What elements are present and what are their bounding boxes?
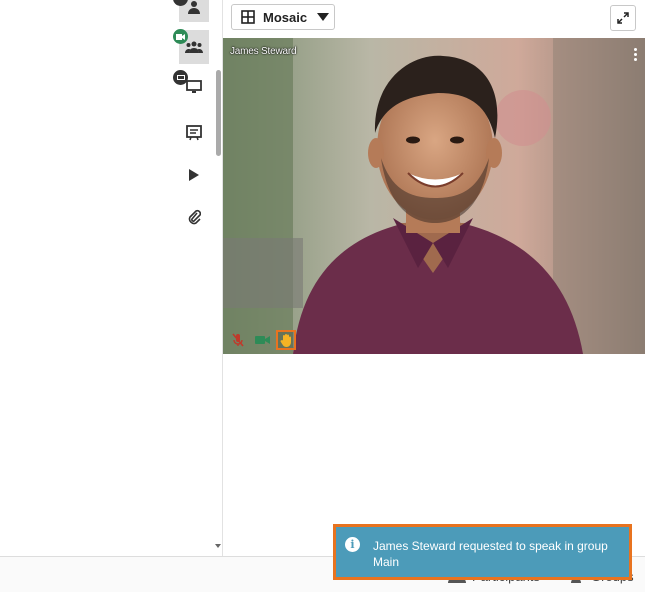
camera-badge xyxy=(173,29,188,44)
scroll-down-arrow-icon[interactable] xyxy=(215,544,221,548)
toast-message: James Steward requested to speak in grou… xyxy=(373,539,608,569)
mic-off-icon[interactable] xyxy=(232,333,244,347)
layout-selector-label: Mosaic xyxy=(263,9,308,25)
info-icon: i xyxy=(345,537,360,552)
play-icon xyxy=(189,169,199,181)
participant-video-image xyxy=(223,38,645,354)
layout-selector[interactable]: Mosaic xyxy=(231,4,335,30)
video-menu-icon[interactable] xyxy=(634,48,637,63)
fullscreen-icon xyxy=(617,12,629,24)
notification-toast[interactable]: i James Steward requested to speak in gr… xyxy=(333,524,632,580)
camera-on-icon xyxy=(176,33,185,40)
screen-share-icon xyxy=(186,80,202,93)
participant-name: James Steward xyxy=(230,46,297,57)
fullscreen-button[interactable] xyxy=(610,5,636,31)
participant-video-tile[interactable]: James Steward xyxy=(223,38,645,354)
play-button[interactable] xyxy=(179,160,209,190)
whiteboard-button[interactable] xyxy=(179,118,209,148)
scrollbar-thumb[interactable] xyxy=(216,70,221,156)
chevron-down-icon xyxy=(317,13,330,21)
grid-icon xyxy=(241,10,255,24)
video-controls xyxy=(223,328,645,354)
paperclip-icon xyxy=(188,209,201,225)
left-panel xyxy=(0,0,223,556)
attachment-button[interactable] xyxy=(179,202,209,232)
tool-strip xyxy=(172,0,214,556)
group-icon xyxy=(185,41,203,53)
raised-hand-button[interactable] xyxy=(276,330,296,350)
raised-hand-icon xyxy=(280,334,291,347)
sidebar-scrollbar[interactable] xyxy=(214,0,222,556)
user-icon xyxy=(188,1,200,14)
whiteboard-icon xyxy=(186,125,202,141)
monitor-icon xyxy=(176,74,185,80)
camera-on-icon[interactable] xyxy=(255,335,271,345)
screen-badge xyxy=(173,70,188,85)
